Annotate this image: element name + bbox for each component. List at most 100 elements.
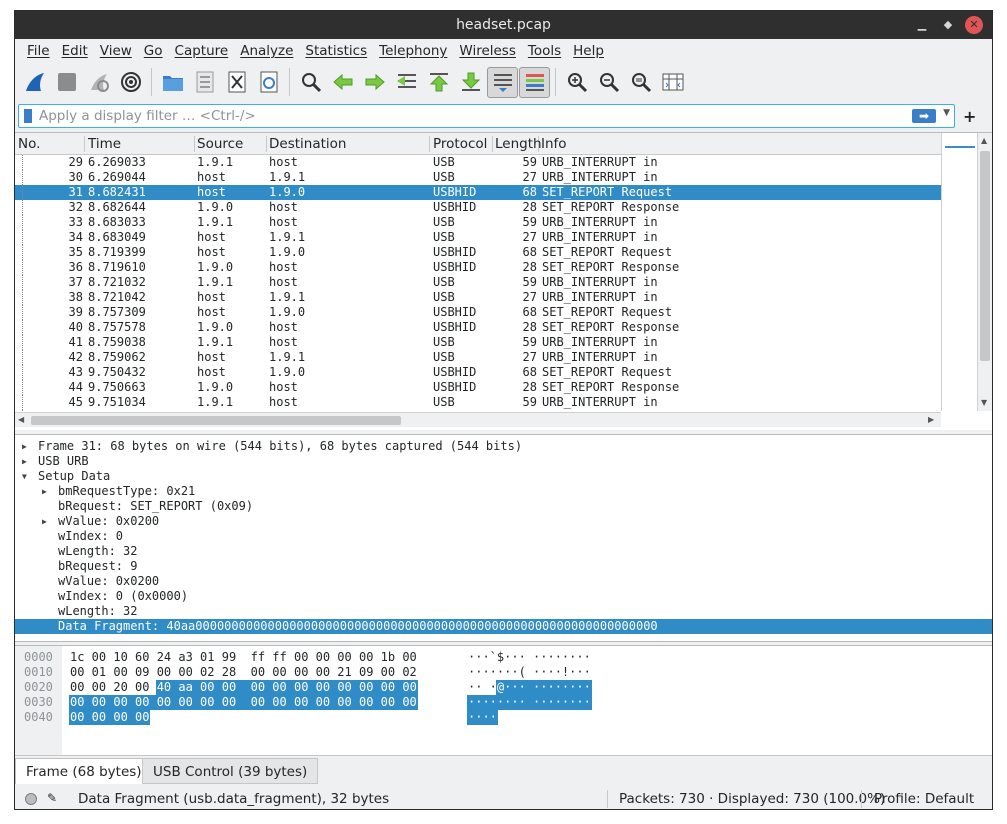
resize-columns-icon[interactable] xyxy=(657,67,688,98)
scroll-thumb[interactable] xyxy=(980,151,990,361)
zoom-out-icon[interactable] xyxy=(593,67,624,98)
capture-options-icon[interactable] xyxy=(115,67,146,98)
menu-edit[interactable]: Edit xyxy=(56,43,94,59)
detail-tree-item[interactable]: ▶ Frame 31: 68 bytes on wire (544 bits), … xyxy=(15,439,992,454)
add-filter-button-icon[interactable]: + xyxy=(963,107,976,126)
bytes-ascii[interactable]: ········ ········ xyxy=(468,695,591,710)
scroll-left-icon[interactable]: ◀ xyxy=(18,415,24,424)
detail-tree-item[interactable]: ▶ bmRequestType: 0x21 xyxy=(15,484,992,499)
bytes-hex[interactable]: 1c 00 10 60 24 a3 01 99 ff ff 00 00 00 0… xyxy=(70,650,417,665)
detail-tree-item[interactable]: wIndex: 0 xyxy=(15,529,992,544)
scroll-down-icon[interactable]: ▼ xyxy=(981,398,987,407)
menu-help[interactable]: Help xyxy=(567,43,610,59)
packet-row[interactable]: 39 8.757309 host 1.9.0 USBHID 68 SET_REPORT Re… xyxy=(15,305,941,320)
save-file-icon[interactable] xyxy=(189,67,220,98)
packet-row[interactable]: 31 8.682431 host 1.9.0 USBHID 68 SET_REPORT Re… xyxy=(15,185,941,200)
bytes-ascii[interactable]: ·······( ····!··· xyxy=(468,665,591,680)
chevron-right-icon[interactable]: ▶ xyxy=(22,454,27,469)
menu-view[interactable]: View xyxy=(94,43,138,59)
open-file-icon[interactable] xyxy=(157,67,188,98)
bytes-ascii[interactable]: ·· ·@··· ········ xyxy=(468,680,591,695)
shark-fin-start-icon[interactable] xyxy=(19,67,50,98)
column-header-time[interactable]: Time xyxy=(88,136,195,152)
packet-row[interactable]: 36 8.719610 1.9.0 host USBHID 28 SET_REPORT Re… xyxy=(15,260,941,275)
column-header-protocol[interactable]: Protocol xyxy=(433,136,493,152)
packet-row[interactable]: 45 9.751034 1.9.1 host USB 59 URB_INTERRUPT in xyxy=(15,395,941,410)
packet-row[interactable]: 44 9.750663 1.9.0 host USBHID 28 SET_REPORT Re… xyxy=(15,380,941,395)
display-filter-input[interactable] xyxy=(39,107,899,125)
apply-filter-icon[interactable]: ➡ xyxy=(912,109,936,123)
scroll-up-icon[interactable]: ▲ xyxy=(981,136,987,145)
bookmark-icon[interactable] xyxy=(24,109,32,123)
column-header-info[interactable]: Info xyxy=(541,136,939,152)
bytes-hex[interactable]: 00 00 00 00 00 00 00 00 00 00 00 00 00 0… xyxy=(70,695,417,710)
detail-tree-item[interactable]: ▼ Setup Data xyxy=(15,469,992,484)
scroll-thumb[interactable] xyxy=(31,416,401,425)
detail-tree-item[interactable]: Data Fragment: 40aa000000000000000000000… xyxy=(15,619,992,634)
tab-usb-control[interactable]: USB Control (39 bytes) xyxy=(142,758,319,784)
chevron-down-icon[interactable]: ▼ xyxy=(22,469,27,484)
chevron-right-icon[interactable]: ▶ xyxy=(42,484,47,499)
packet-list-hscroll[interactable]: ◀ ▶ xyxy=(15,412,941,427)
zoom-normal-icon[interactable] xyxy=(625,67,656,98)
packet-row[interactable]: 42 8.759062 host 1.9.1 USB 27 URB_INTERRUPT in xyxy=(15,350,941,365)
go-back-icon[interactable] xyxy=(327,67,358,98)
menu-analyze[interactable]: Analyze xyxy=(234,43,299,59)
zoom-in-icon[interactable] xyxy=(561,67,592,98)
column-header-destination[interactable]: Destination xyxy=(269,136,430,152)
menu-tools[interactable]: Tools xyxy=(522,43,567,59)
go-first-icon[interactable] xyxy=(423,67,454,98)
chevron-right-icon[interactable]: ▶ xyxy=(42,514,47,529)
packet-row[interactable]: 32 8.682644 1.9.0 host USBHID 28 SET_REPORT Re… xyxy=(15,200,941,215)
detail-tree-item[interactable]: wLength: 32 xyxy=(15,544,992,559)
menu-go[interactable]: Go xyxy=(138,43,169,59)
menu-statistics[interactable]: Statistics xyxy=(299,43,373,59)
detail-tree-item[interactable]: wIndex: 0 (0x0000) xyxy=(15,589,992,604)
bytes-ascii[interactable]: ···· xyxy=(468,710,497,725)
column-header-source[interactable]: Source xyxy=(197,136,267,152)
tab-frame[interactable]: Frame (68 bytes) xyxy=(15,758,153,784)
detail-tree-item[interactable]: ▶ wValue: 0x0200 xyxy=(15,514,992,529)
detail-tree-item[interactable]: ▶ USB URB xyxy=(15,454,992,469)
bytes-hex[interactable]: 00 00 00 00 xyxy=(70,710,149,725)
maximize-icon[interactable]: ◆ xyxy=(939,16,957,34)
packet-row[interactable]: 46 9.751047 host 1.9.1 USB 27 URB_INTERRUPT in xyxy=(15,410,941,411)
packet-minimap[interactable] xyxy=(941,133,977,411)
packet-row[interactable]: 29 6.269033 1.9.1 host USB 59 URB_INTERRUPT in xyxy=(15,155,941,170)
bytes-hex[interactable]: 00 00 20 00 40 aa 00 00 00 00 00 00 00 0… xyxy=(70,680,417,695)
detail-tree-item[interactable]: wLength: 32 xyxy=(15,604,992,619)
close-file-icon[interactable] xyxy=(221,67,252,98)
menu-file[interactable]: File xyxy=(21,43,56,59)
column-header-length[interactable]: Length xyxy=(495,136,542,152)
packet-row[interactable]: 33 8.683033 1.9.1 host USB 59 URB_INTERRUPT in xyxy=(15,215,941,230)
restart-capture-icon[interactable] xyxy=(83,67,114,98)
menu-wireless[interactable]: Wireless xyxy=(453,43,522,59)
bytes-ascii[interactable]: ···`$··· ········ xyxy=(468,650,591,665)
status-profile[interactable]: Profile: Default xyxy=(874,791,974,807)
minimize-icon[interactable]: ▁ xyxy=(913,16,931,34)
stop-capture-icon[interactable] xyxy=(51,67,82,98)
menu-telephony[interactable]: Telephony xyxy=(373,43,453,59)
find-packet-icon[interactable] xyxy=(295,67,326,98)
scroll-right-icon[interactable]: ▶ xyxy=(928,415,934,424)
detail-tree-item[interactable]: bRequest: SET_REPORT (0x09) xyxy=(15,499,992,514)
chevron-down-icon[interactable]: ▼ xyxy=(943,108,950,118)
packet-row[interactable]: 43 9.750432 host 1.9.0 USBHID 68 SET_REPORT Re… xyxy=(15,365,941,380)
close-icon[interactable]: ✕ xyxy=(965,16,983,34)
go-forward-icon[interactable] xyxy=(359,67,390,98)
chevron-right-icon[interactable]: ▶ xyxy=(22,439,27,454)
packet-row[interactable]: 34 8.683049 host 1.9.1 USB 27 URB_INTERRUPT in xyxy=(15,230,941,245)
packet-row[interactable]: 30 6.269044 host 1.9.1 USB 27 URB_INTERRUPT in xyxy=(15,170,941,185)
detail-tree-item[interactable]: bRequest: 9 xyxy=(15,559,992,574)
packet-row[interactable]: 41 8.759038 1.9.1 host USB 59 URB_INTERRUPT in xyxy=(15,335,941,350)
edit-comment-icon[interactable]: ✎ xyxy=(47,791,57,805)
detail-tree-item[interactable]: wValue: 0x0200 xyxy=(15,574,992,589)
go-to-packet-icon[interactable] xyxy=(391,67,422,98)
packet-row[interactable]: 35 8.719399 host 1.9.0 USBHID 68 SET_REPORT Re… xyxy=(15,245,941,260)
packet-row[interactable]: 37 8.721032 1.9.1 host USB 59 URB_INTERRUPT in xyxy=(15,275,941,290)
packet-row[interactable]: 40 8.757578 1.9.0 host USBHID 28 SET_REPORT Re… xyxy=(15,320,941,335)
go-last-icon[interactable] xyxy=(455,67,486,98)
packet-list-vscroll[interactable]: ▲ ▼ xyxy=(977,133,992,411)
column-header-no[interactable]: No. xyxy=(18,136,85,152)
expert-info-icon[interactable] xyxy=(25,793,37,805)
